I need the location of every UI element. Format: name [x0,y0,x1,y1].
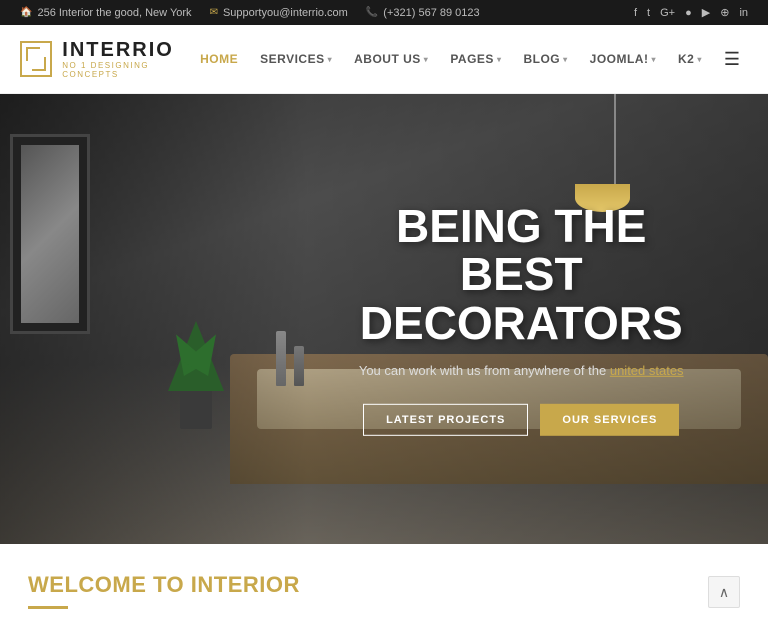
top-bar-phone: 📞 (+321) 567 89 0123 [366,7,480,19]
nav-item-joomla[interactable]: JOOMLA! ▾ [582,46,664,72]
main-nav: HOME SERVICES ▾ ABOUT US ▾ PAGES ▾ BLOG … [192,45,748,74]
welcome-section: WELCOME TO INTERIOR ∧ [0,544,768,625]
hero-section: BEING THE BEST DECORATORS You can work w… [0,94,768,544]
hamburger-menu[interactable]: ☰ [716,45,748,74]
email-icon: ✉ [210,7,218,18]
logo-name: INTERRIO [62,39,192,61]
address-icon: 🏠 [20,7,32,18]
social-twitter[interactable]: t [647,7,650,19]
top-bar: 🏠 256 Interior the good, New York ✉ Supp… [0,0,768,25]
top-bar-left: 🏠 256 Interior the good, New York ✉ Supp… [20,7,480,19]
pages-dropdown-arrow: ▾ [497,55,502,64]
social-rss[interactable]: ⊕ [720,6,729,19]
phone-text: (+321) 567 89 0123 [383,7,479,19]
hero-title: BEING THE BEST DECORATORS [351,202,691,347]
nav-item-about[interactable]: ABOUT US ▾ [346,46,436,72]
logo-tagline: NO 1 DESIGNING CONCEPTS [62,61,192,79]
logo-icon [20,41,52,77]
social-youtube[interactable]: ▶ [702,6,710,19]
latest-projects-button[interactable]: LATEST PROJECTS [363,404,528,436]
joomla-dropdown-arrow: ▾ [651,55,656,64]
hero-subtitle-link[interactable]: united states [610,363,684,378]
address-text: 256 Interior the good, New York [37,7,191,19]
header: INTERRIO NO 1 DESIGNING CONCEPTS HOME SE… [0,25,768,94]
social-pinterest[interactable]: ● [685,7,692,19]
blog-dropdown-arrow: ▾ [563,55,568,64]
nav-item-blog[interactable]: BLOG ▾ [515,46,575,72]
hero-artwork-frame [10,134,90,334]
welcome-block: WELCOME TO INTERIOR [28,572,300,609]
hero-vase-tall [276,331,286,386]
services-dropdown-arrow: ▾ [328,55,333,64]
nav-item-services[interactable]: SERVICES ▾ [252,46,340,72]
scroll-to-top-button[interactable]: ∧ [708,576,740,608]
hero-light-fixture [601,94,630,212]
top-bar-email[interactable]: ✉ Supportyou@interrio.com [210,7,348,19]
hero-vase-short [294,346,304,386]
nav-item-home[interactable]: HOME [192,46,246,72]
welcome-underline [28,606,68,609]
hero-buttons: LATEST PROJECTS OUR SERVICES [351,404,691,436]
k2-dropdown-arrow: ▾ [697,55,702,64]
email-text: Supportyou@interrio.com [223,7,348,19]
logo-text: INTERRIO NO 1 DESIGNING CONCEPTS [62,39,192,79]
social-google-plus[interactable]: G+ [660,7,675,19]
hero-subtitle: You can work with us from anywhere of th… [351,361,691,381]
nav-item-k2[interactable]: K2 ▾ [670,46,710,72]
hero-content: BEING THE BEST DECORATORS You can work w… [351,202,691,436]
top-bar-address: 🏠 256 Interior the good, New York [20,7,192,19]
logo: INTERRIO NO 1 DESIGNING CONCEPTS [20,39,192,79]
social-linkedin[interactable]: in [739,7,748,19]
our-services-button[interactable]: OUR SERVICES [540,404,679,436]
nav-item-pages[interactable]: PAGES ▾ [442,46,509,72]
phone-icon: 📞 [366,7,378,18]
social-facebook[interactable]: f [634,7,637,19]
about-dropdown-arrow: ▾ [424,55,429,64]
top-bar-socials: f t G+ ● ▶ ⊕ in [634,6,748,19]
